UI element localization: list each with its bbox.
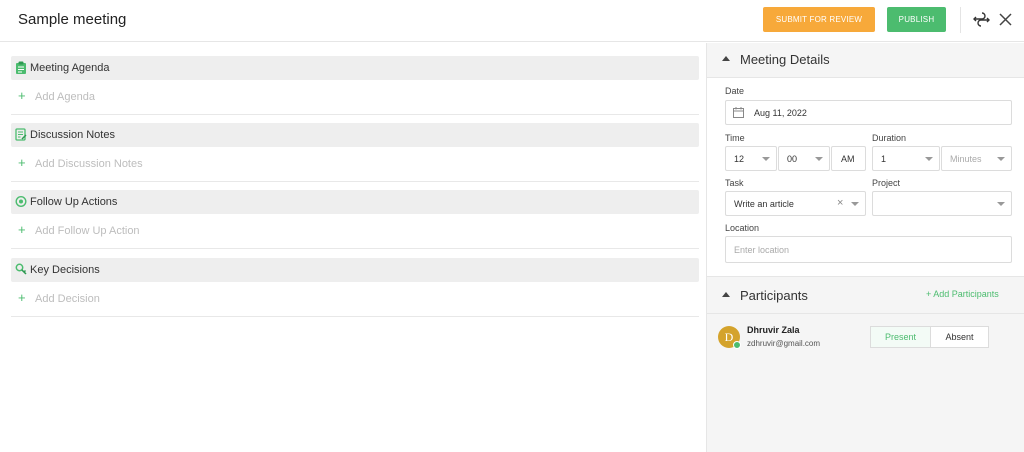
online-status-dot <box>733 341 741 349</box>
plus-icon: + <box>18 290 26 305</box>
participants-title: Participants <box>740 288 808 303</box>
minute-value: 00 <box>787 154 798 164</box>
hour-value: 12 <box>734 154 745 164</box>
add-follow-up-action-button[interactable]: + Add Follow Up Action <box>11 214 699 249</box>
absent-toggle[interactable]: Absent <box>930 326 989 348</box>
present-toggle[interactable]: Present <box>870 326 931 348</box>
collapse-caret-icon[interactable] <box>722 56 730 61</box>
section-meeting-agenda: Meeting Agenda + Add Agenda <box>11 56 699 115</box>
participant-email: zdhruvir@gmail.com <box>747 339 821 348</box>
date-label: Date <box>725 86 745 96</box>
date-value: Aug 11, 2022 <box>754 108 807 118</box>
hour-select[interactable]: 12 <box>725 146 777 171</box>
meeting-details-panel: Meeting Details Date Aug 11, 2022 Time 1… <box>706 43 1024 452</box>
participant-name: Dhruvir Zala <box>747 325 800 335</box>
duration-value: 1 <box>881 154 887 164</box>
chevron-down-icon <box>851 202 859 206</box>
minute-select[interactable]: 00 <box>778 146 830 171</box>
ampm-value: AM <box>841 154 855 164</box>
clipboard-icon <box>16 61 26 74</box>
section-title: Follow Up Actions <box>30 196 118 208</box>
section-header: Discussion Notes <box>11 123 699 147</box>
section-discussion-notes: Discussion Notes + Add Discussion Notes <box>11 123 699 182</box>
participants-header[interactable]: Participants + Add Participants <box>707 277 1024 313</box>
section-header: Follow Up Actions <box>11 190 699 214</box>
top-bar: Sample meeting SUBMIT FOR REVIEW PUBLISH <box>0 0 1024 42</box>
meeting-sections-panel: Meeting Agenda + Add Agenda Discussion N… <box>0 43 706 452</box>
add-label: Add Follow Up Action <box>35 225 140 237</box>
chevron-down-icon <box>997 202 1005 206</box>
time-label: Time <box>725 133 745 143</box>
notes-icon <box>15 128 27 141</box>
publish-button[interactable]: PUBLISH <box>887 7 946 32</box>
duration-unit-placeholder: Minutes <box>950 154 982 164</box>
task-label: Task <box>725 178 744 188</box>
key-icon <box>15 263 27 275</box>
header-divider <box>960 7 961 33</box>
add-label: Add Discussion Notes <box>35 158 143 170</box>
add-participants-link[interactable]: + Add Participants <box>926 289 999 299</box>
chevron-down-icon <box>997 157 1005 161</box>
location-input[interactable]: Enter location <box>725 236 1012 263</box>
plus-icon: + <box>18 88 26 103</box>
section-header: Key Decisions <box>11 258 699 282</box>
add-label: Add Decision <box>35 293 100 305</box>
meeting-details-header[interactable]: Meeting Details <box>707 43 1024 77</box>
participant-row: D Dhruvir Zala zdhruvir@gmail.com Presen… <box>707 313 1024 353</box>
location-label: Location <box>725 223 760 233</box>
add-discussion-notes-button[interactable]: + Add Discussion Notes <box>11 147 699 182</box>
target-icon <box>15 195 27 208</box>
chevron-down-icon <box>762 157 770 161</box>
chevron-down-icon <box>815 157 823 161</box>
meeting-details-title: Meeting Details <box>740 52 830 67</box>
clear-icon[interactable]: × <box>837 197 843 209</box>
task-value: Write an article <box>734 199 794 209</box>
page-title: Sample meeting <box>18 11 127 28</box>
section-title: Discussion Notes <box>30 129 115 141</box>
add-agenda-button[interactable]: + Add Agenda <box>11 80 699 115</box>
swap-icon[interactable] <box>973 12 990 27</box>
calendar-icon <box>733 107 744 118</box>
section-follow-up-actions: Follow Up Actions + Add Follow Up Action <box>11 190 699 249</box>
plus-icon: + <box>18 222 26 237</box>
project-label: Project <box>872 178 901 188</box>
task-select[interactable]: Write an article × <box>725 191 866 216</box>
section-header: Meeting Agenda <box>11 56 699 80</box>
section-title: Key Decisions <box>30 264 100 276</box>
section-key-decisions: Key Decisions + Add Decision <box>11 258 699 317</box>
date-field[interactable]: Aug 11, 2022 <box>725 100 1012 125</box>
add-decision-button[interactable]: + Add Decision <box>11 282 699 317</box>
duration-select[interactable]: 1 <box>872 146 940 171</box>
close-icon[interactable] <box>998 12 1013 27</box>
ampm-toggle[interactable]: AM <box>831 146 866 171</box>
meeting-details-form: Date Aug 11, 2022 Time 12 00 AM Duration… <box>707 77 1024 277</box>
section-title: Meeting Agenda <box>30 62 110 74</box>
submit-for-review-button[interactable]: SUBMIT FOR REVIEW <box>763 7 875 32</box>
chevron-down-icon <box>925 157 933 161</box>
collapse-caret-icon[interactable] <box>722 292 730 297</box>
add-label: Add Agenda <box>35 91 95 103</box>
duration-label: Duration <box>872 133 907 143</box>
project-select[interactable] <box>872 191 1012 216</box>
location-placeholder: Enter location <box>734 245 790 255</box>
duration-unit-select[interactable]: Minutes <box>941 146 1012 171</box>
plus-icon: + <box>18 155 26 170</box>
